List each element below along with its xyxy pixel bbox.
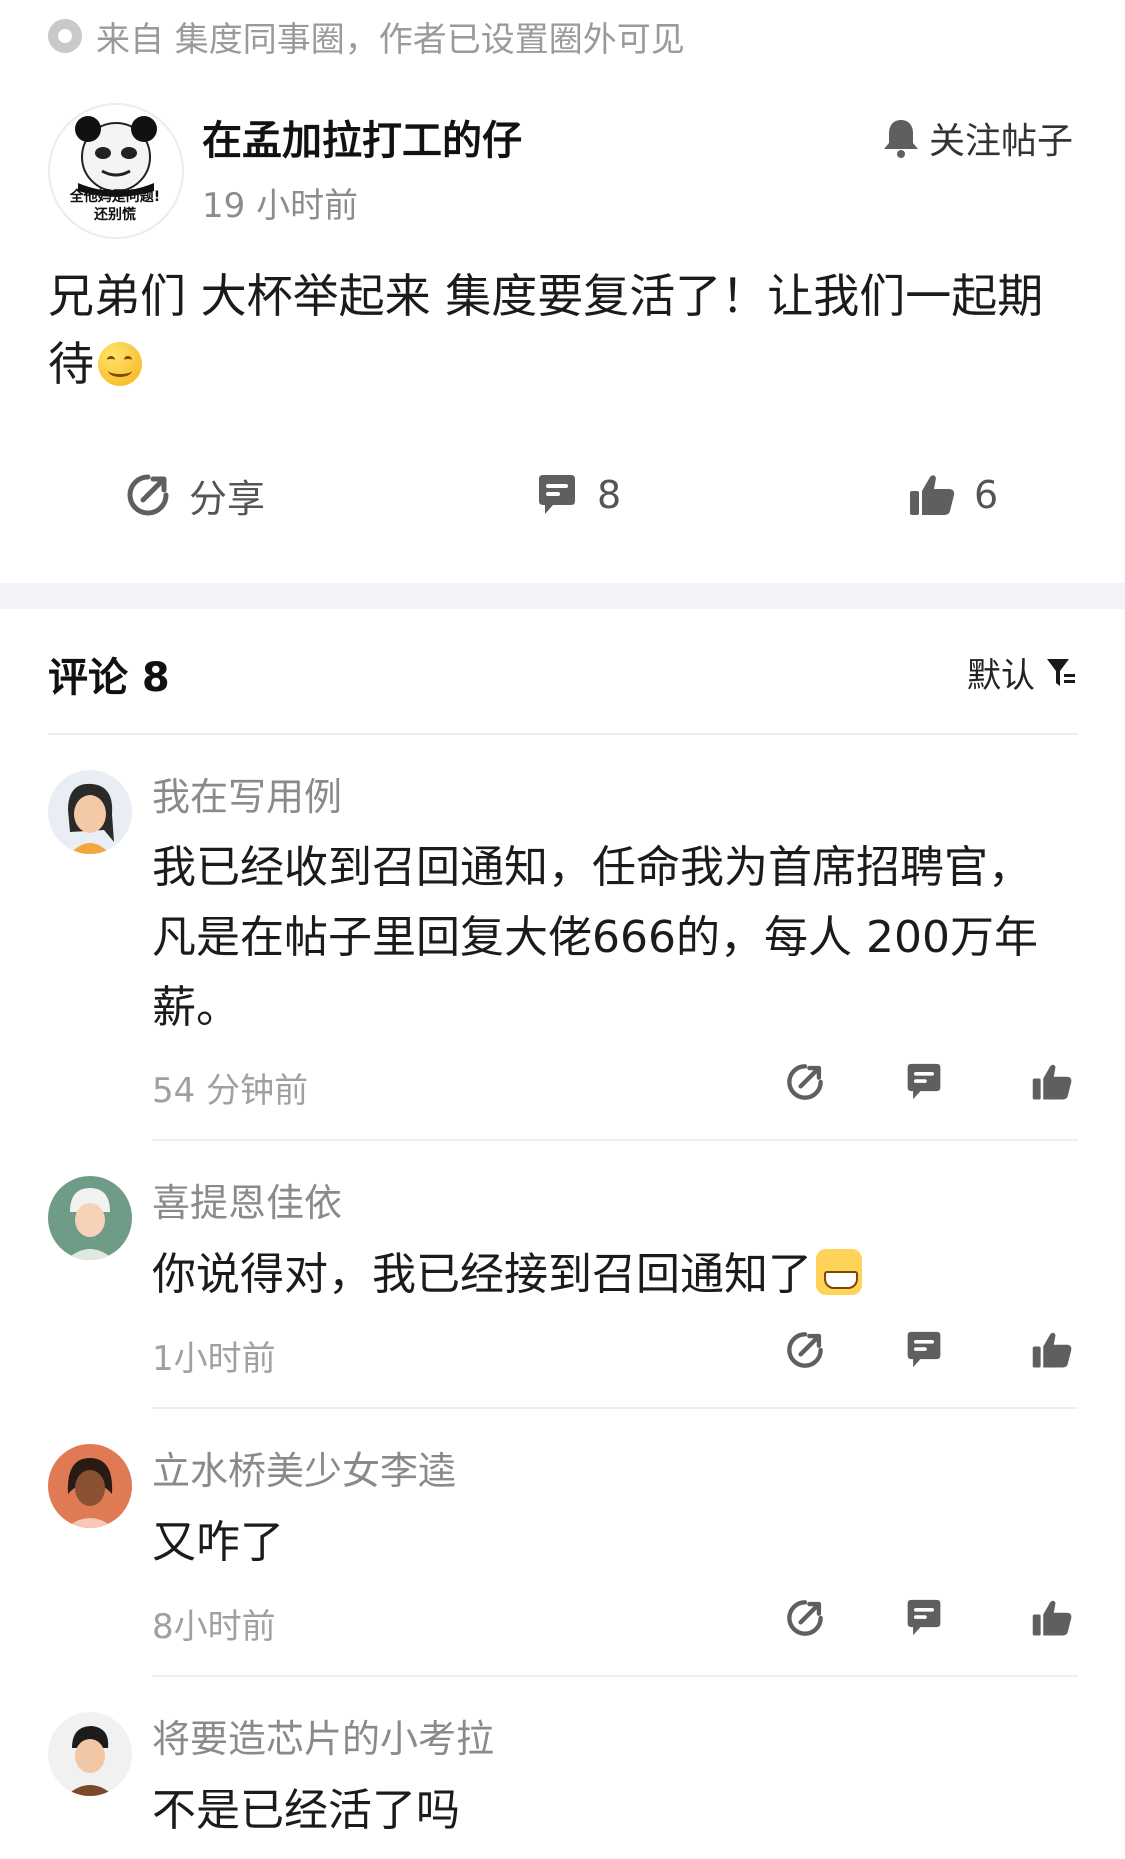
share-label: 分享 — [189, 476, 266, 521]
like-button[interactable]: 6 — [908, 455, 998, 535]
sort-label: 默认 — [967, 656, 1035, 696]
comment-text: 你说得对，我已经接到召回通知了 — [152, 1240, 1052, 1310]
comment-like-button[interactable] — [1030, 1328, 1074, 1372]
comment-time: 8小时前 — [152, 1607, 276, 1647]
thumbs-up-icon — [1032, 1064, 1072, 1100]
share-icon — [787, 1332, 823, 1368]
commenter-name[interactable]: 我在写用例 — [152, 766, 342, 821]
commenter-avatar[interactable] — [48, 770, 132, 854]
post-content: 兄弟们 大杯举起来 集度要复活了！让我们一起期待 — [48, 262, 1078, 398]
avatar-caption-line-1: 全他妈是问题! — [69, 189, 161, 205]
share-icon — [787, 1600, 823, 1636]
person-avatar-icon — [66, 1188, 114, 1260]
visibility-notice: 来自 集度同事圈，作者已设置圈外可见 — [48, 14, 685, 60]
sort-dropdown[interactable]: 默认 — [967, 648, 1077, 697]
follow-post-button[interactable]: 关注帖子 — [881, 112, 1073, 164]
commenter-name[interactable]: 喜提恩佳依 — [152, 1172, 342, 1227]
comment-button[interactable]: 8 — [535, 455, 621, 535]
comment-like-button[interactable] — [1030, 1060, 1074, 1104]
comment-icon — [907, 1599, 941, 1636]
comment-time: 1小时前 — [152, 1339, 276, 1379]
comment-share-button[interactable] — [783, 1596, 827, 1640]
post-content-text: 兄弟们 大杯举起来 集度要复活了！让我们一起期待 — [48, 269, 1044, 391]
avatar-caption-line-2: 还别慌 — [94, 207, 136, 223]
bell-icon — [883, 120, 918, 158]
comment-icon — [539, 475, 575, 514]
comment-divider — [152, 1675, 1078, 1677]
commenter-name[interactable]: 将要造芯片的小考拉 — [152, 1708, 494, 1763]
author-name[interactable]: 在孟加拉打工的仔 — [202, 108, 522, 166]
comment-divider — [152, 1407, 1078, 1409]
commenter-avatar[interactable] — [48, 1176, 132, 1260]
share-button[interactable]: 分享 — [125, 455, 265, 535]
thumbs-up-icon — [1032, 1332, 1072, 1368]
visibility-notice-text: 来自 集度同事圈，作者已设置圈外可见 — [96, 19, 685, 60]
thumbs-up-icon — [910, 475, 955, 515]
comment-like-button[interactable] — [1030, 1596, 1074, 1640]
grinning-face-emoji — [816, 1249, 862, 1295]
thumbs-up-icon — [1032, 1600, 1072, 1636]
comments-header-divider — [48, 733, 1078, 735]
comment-reply-button[interactable] — [902, 1328, 946, 1372]
like-count: 6 — [974, 473, 999, 517]
avatar-caption: 全他妈是问题! 还别慌 — [56, 188, 174, 224]
comment-reply-button[interactable] — [902, 1060, 946, 1104]
person-avatar-icon — [66, 1726, 114, 1796]
comment-text: 又咋了 — [152, 1517, 284, 1568]
person-avatar-icon — [66, 1458, 114, 1528]
comment-text-content: 你说得对，我已经接到召回通知了 — [152, 1249, 812, 1300]
comment-icon — [907, 1331, 941, 1368]
commenter-name[interactable]: 立水桥美少女李逵 — [152, 1440, 456, 1495]
comment-text: 我已经收到召回通知，任命我为首席招聘官，凡是在帖子里回复大佬666的，每人 20… — [152, 842, 1038, 1033]
comment-divider — [152, 1139, 1078, 1141]
follow-post-label: 关注帖子 — [928, 121, 1073, 162]
comment-text: 不是已经活了吗 — [152, 1785, 460, 1836]
share-icon — [127, 474, 169, 516]
commenter-avatar[interactable] — [48, 1712, 132, 1796]
comment-time: 54 分钟前 — [152, 1071, 309, 1111]
comment-count: 8 — [597, 473, 622, 517]
comment-icon — [907, 1063, 941, 1100]
share-icon — [787, 1064, 823, 1100]
circle-dot-icon — [48, 19, 82, 53]
person-avatar-icon — [68, 783, 114, 854]
comment-reply-button[interactable] — [902, 1596, 946, 1640]
commenter-avatar[interactable] — [48, 1444, 132, 1528]
comment-share-button[interactable] — [783, 1060, 827, 1104]
post-time: 19 小时前 — [202, 186, 359, 226]
comments-title: 评论 8 — [48, 655, 170, 701]
filter-sort-icon — [1047, 658, 1075, 686]
section-divider — [0, 583, 1125, 609]
post-action-bar: 分享 8 6 — [0, 455, 1125, 535]
comment-share-button[interactable] — [783, 1328, 827, 1372]
smiling-face-emoji — [98, 342, 142, 386]
